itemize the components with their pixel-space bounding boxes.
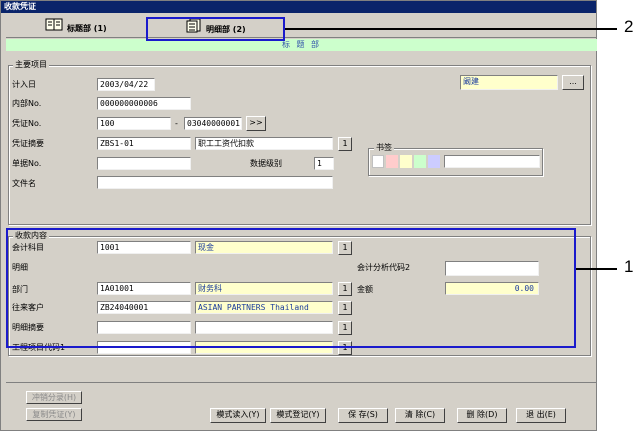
voucher-prefix-field[interactable]: 100: [97, 117, 171, 130]
receipt-content-highlight-box: [6, 228, 576, 348]
next-voucher-button[interactable]: >>: [246, 116, 266, 131]
delete-button[interactable]: 删 除(D): [457, 408, 507, 423]
callout-line-1: [576, 268, 617, 270]
bookmark-swatch[interactable]: [414, 155, 426, 168]
save-pattern-button[interactable]: 模式登记(Y): [270, 408, 326, 423]
bookmark-swatches[interactable]: [372, 155, 542, 168]
summary-label: 凭证摘要: [12, 139, 44, 148]
book-icon: [45, 18, 63, 39]
callout-line-2: [285, 28, 617, 30]
doc-no-field[interactable]: [97, 157, 191, 170]
reverse-entry-button[interactable]: 冲销分录(H): [26, 391, 82, 404]
bookmark-swatch[interactable]: [386, 155, 398, 168]
header-band: 标 题 部: [6, 39, 597, 51]
summary-text-field[interactable]: 职工工资代扣款: [195, 137, 333, 150]
voucher-no-label: 凭证No.: [12, 119, 42, 128]
detail-tab-highlight-box: [146, 17, 285, 41]
copy-voucher-button[interactable]: 复制凭证(Y): [26, 408, 82, 421]
exit-button[interactable]: 退 出(E): [516, 408, 566, 423]
bookmark-swatch[interactable]: [428, 155, 440, 168]
internal-no-field[interactable]: 000000000006: [97, 97, 191, 110]
callout-number-1: 1: [624, 257, 634, 276]
internal-no-label: 内部No.: [12, 99, 42, 108]
data-level-label: 数据级别: [250, 159, 282, 168]
bookmark-legend: 书签: [374, 143, 394, 153]
summary-code-field[interactable]: ZBS1-01: [97, 137, 191, 150]
tab-header[interactable]: 标题部 (1): [45, 18, 145, 38]
voucher-separator: -: [175, 119, 178, 128]
load-pattern-button[interactable]: 模式读入(Y): [210, 408, 266, 423]
filename-field[interactable]: [97, 176, 333, 189]
date-field[interactable]: 2003/04/22: [97, 78, 155, 91]
filename-label: 文件名: [12, 179, 36, 188]
footer-divider: [6, 382, 597, 383]
bookmark-swatch[interactable]: [400, 155, 412, 168]
window-title: 收款凭证: [1, 1, 596, 13]
data-level-field[interactable]: 1: [314, 157, 334, 170]
bookmark-swatch[interactable]: [372, 155, 384, 168]
summary-lookup-button[interactable]: 1: [338, 137, 352, 151]
callout-number-2: 2: [624, 17, 634, 36]
date-label: 计入日: [12, 80, 36, 89]
tab-divider: [6, 37, 597, 38]
voucher-number-field[interactable]: 03040000001: [184, 117, 242, 130]
main-items-legend: 主要项目: [13, 60, 49, 70]
bookmark-text-field[interactable]: [444, 155, 540, 168]
doc-no-label: 单据No.: [12, 159, 42, 168]
save-button[interactable]: 保 存(S): [338, 408, 388, 423]
tab-header-label: 标题部 (1): [67, 24, 107, 33]
more-button[interactable]: ...: [562, 75, 584, 90]
clear-button[interactable]: 清 除(C): [395, 408, 445, 423]
user-field[interactable]: 阚建: [460, 75, 558, 90]
